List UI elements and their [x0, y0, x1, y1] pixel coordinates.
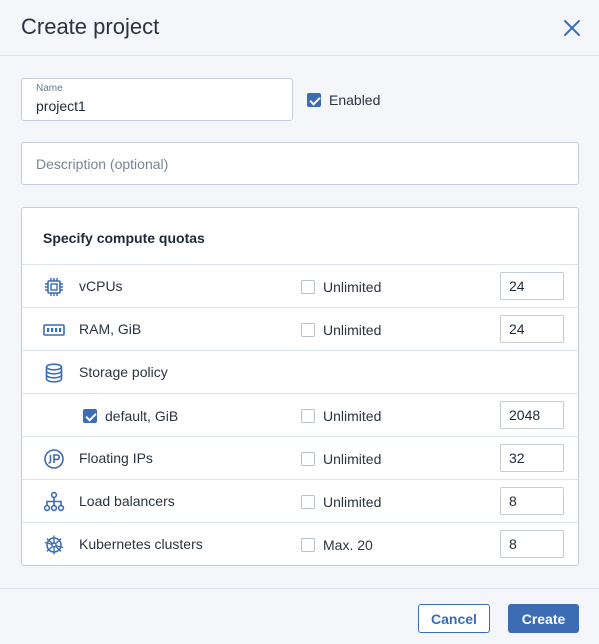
quota-input-vcpus[interactable] [500, 272, 564, 300]
quota-input-ram[interactable] [500, 315, 564, 343]
unlimited-checkbox-box[interactable] [301, 452, 315, 466]
unlimited-checkbox[interactable]: Unlimited [301, 279, 381, 295]
quota-input-floating-ips[interactable] [500, 444, 564, 472]
dialog-body: Name Enabled Specify compute quotas vCPU… [0, 57, 599, 588]
default-storage-checkbox-box[interactable] [83, 409, 97, 423]
quota-input-default-storage[interactable] [500, 401, 564, 429]
max-checkbox[interactable]: Max. 20 [301, 537, 373, 553]
quota-label: default, GiB [105, 408, 179, 424]
default-storage-checkbox[interactable]: default, GiB [83, 408, 178, 424]
quota-row-vcpus: vCPUs Unlimited [22, 264, 578, 307]
dialog-title: Create project [21, 14, 160, 39]
max-label: Max. 20 [323, 537, 373, 553]
quota-row-ram: RAM, GiB Unlimited [22, 307, 578, 350]
enabled-label: Enabled [329, 92, 381, 108]
unlimited-label: Unlimited [323, 494, 382, 510]
quota-row-storage-policy: Storage policy [22, 350, 578, 393]
name-label: Name [36, 83, 63, 94]
quota-label: Storage policy [79, 364, 168, 380]
quota-label: Kubernetes clusters [79, 536, 203, 552]
unlimited-checkbox[interactable]: Unlimited [301, 322, 381, 338]
dialog-footer: Cancel Create [0, 588, 599, 644]
quota-input-kubernetes-clusters[interactable] [500, 530, 564, 558]
close-button[interactable] [561, 17, 583, 39]
cancel-button[interactable]: Cancel [418, 604, 490, 633]
quota-label: vCPUs [79, 278, 123, 294]
unlimited-checkbox-box[interactable] [301, 495, 315, 509]
quota-label: Floating IPs [79, 450, 153, 466]
unlimited-label: Unlimited [323, 408, 382, 424]
unlimited-checkbox[interactable]: Unlimited [301, 451, 381, 467]
description-field[interactable] [21, 142, 579, 185]
dialog-header: Create project [0, 0, 599, 56]
unlimited-checkbox-box[interactable] [301, 409, 315, 423]
max-checkbox-box[interactable] [301, 538, 315, 552]
quota-row-load-balancers: Load balancers Unlimited [22, 479, 578, 522]
unlimited-checkbox[interactable]: Unlimited [301, 408, 381, 424]
quota-label: RAM, GiB [79, 321, 142, 337]
unlimited-checkbox[interactable]: Unlimited [301, 494, 381, 510]
database-icon [43, 362, 65, 384]
quota-input-load-balancers[interactable] [500, 487, 564, 515]
unlimited-label: Unlimited [323, 322, 382, 338]
cpu-icon [43, 276, 65, 298]
quota-title: Specify compute quotas [43, 230, 205, 246]
quota-panel: Specify compute quotas vCPUs Unlimited 2… [21, 207, 579, 566]
load-balancer-icon [43, 491, 65, 513]
quota-row-kubernetes-clusters: Kubernetes clusters Max. 20 [22, 522, 578, 565]
quota-row-default-storage: default, GiB Unlimited [22, 393, 578, 436]
unlimited-checkbox-box[interactable] [301, 323, 315, 337]
unlimited-label: Unlimited [323, 451, 382, 467]
quota-label: Load balancers [79, 493, 175, 509]
description-input[interactable] [36, 155, 556, 173]
name-input[interactable] [36, 97, 276, 115]
quota-row-floating-ips: Floating IPs Unlimited [22, 436, 578, 479]
unlimited-checkbox-box[interactable] [301, 280, 315, 294]
floating-ip-icon [43, 448, 65, 470]
memory-icon [43, 319, 65, 341]
kubernetes-icon [43, 534, 65, 556]
enabled-checkbox-box[interactable] [307, 93, 321, 107]
create-button[interactable]: Create [508, 604, 579, 633]
enabled-checkbox[interactable]: Enabled [307, 92, 380, 108]
close-icon [564, 20, 580, 36]
name-field[interactable]: Name [21, 78, 293, 121]
unlimited-label: Unlimited [323, 279, 382, 295]
